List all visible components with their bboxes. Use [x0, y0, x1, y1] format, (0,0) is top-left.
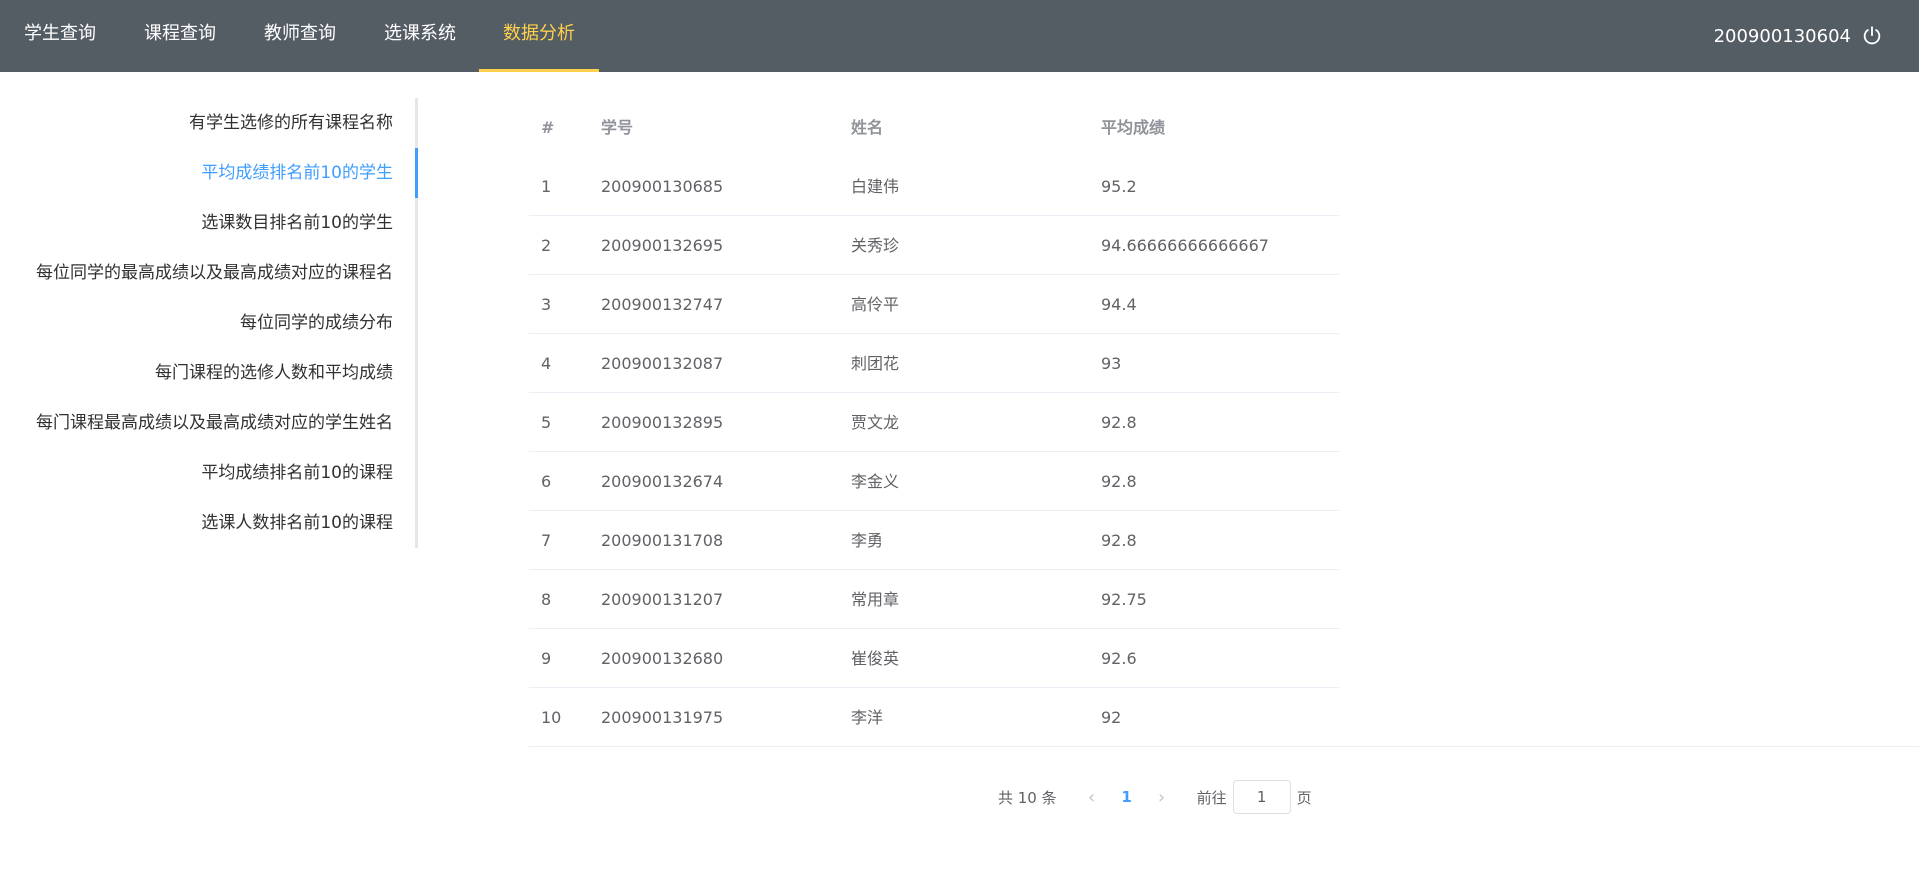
table-row: 10 200900131975 李洋 92	[529, 688, 1339, 747]
table-row: 6 200900132674 李金义 92.8	[529, 452, 1339, 511]
user-area: 200900130604	[1714, 0, 1883, 72]
table-header-row: # 学号 姓名 平均成绩	[529, 98, 1339, 157]
cell-name: 李金义	[851, 472, 900, 491]
cell-student-id: 200900132674	[601, 472, 724, 491]
power-icon[interactable]	[1861, 25, 1883, 47]
chevron-left-icon[interactable]: ‹	[1077, 787, 1107, 808]
nav-item-teacher-query[interactable]: 教师查询	[264, 0, 336, 72]
cell-student-id: 200900131708	[601, 531, 724, 550]
cell-index: 9	[541, 649, 552, 668]
cell-index: 3	[541, 295, 552, 314]
sidebar-item-course-enrollment-average[interactable]: 每门课程的选修人数和平均成绩	[155, 348, 393, 398]
cell-average-score: 92.75	[1101, 590, 1147, 609]
cell-name: 李洋	[851, 708, 884, 727]
cell-student-id: 200900131207	[601, 590, 724, 609]
cell-average-score: 95.2	[1101, 177, 1137, 196]
sidebar-item-top10-students-by-course-count[interactable]: 选课数目排名前10的学生	[201, 198, 393, 248]
cell-average-score: 94.4	[1101, 295, 1137, 314]
top-navbar: 学生查询 课程查询 教师查询 选课系统 数据分析 200900130604	[0, 0, 1919, 72]
sidebar-item-student-score-distribution[interactable]: 每位同学的成绩分布	[240, 298, 393, 348]
cell-name: 关秀珍	[851, 236, 900, 255]
cell-index: 10	[541, 708, 562, 727]
user-id: 200900130604	[1713, 25, 1851, 47]
cell-name: 常用章	[851, 590, 900, 609]
cell-index: 6	[541, 472, 552, 491]
cell-name: 李勇	[851, 531, 884, 550]
pagination: 共 10 条 ‹ 1 › 前往 页	[998, 780, 1312, 814]
cell-index: 5	[541, 413, 552, 432]
cell-average-score: 92.8	[1101, 531, 1137, 550]
pagination-total: 共 10 条	[998, 788, 1057, 807]
pagination-current-page[interactable]: 1	[1107, 788, 1147, 806]
cell-average-score: 92	[1101, 708, 1122, 727]
cell-student-id: 200900131975	[601, 708, 724, 727]
table-row: 1 200900130685 白建伟 95.2	[529, 157, 1339, 216]
sidebar-item-top10-students-by-average[interactable]: 平均成绩排名前10的学生	[201, 148, 393, 198]
table-row: 4 200900132087 刺团花 93	[529, 334, 1339, 393]
chevron-right-icon[interactable]: ›	[1147, 787, 1177, 808]
sidebar-item-all-selected-courses[interactable]: 有学生选修的所有课程名称	[189, 98, 393, 148]
table-row: 7 200900131708 李勇 92.8	[529, 511, 1339, 570]
cell-average-score: 92.8	[1101, 413, 1137, 432]
cell-average-score: 93	[1101, 354, 1122, 373]
table-bottom-divider	[1339, 746, 1919, 747]
sidebar-menu: 有学生选修的所有课程名称 平均成绩排名前10的学生 选课数目排名前10的学生 每…	[0, 98, 418, 548]
header-student-id: 学号	[601, 118, 634, 137]
cell-index: 4	[541, 354, 552, 373]
sidebar-item-student-max-score-course[interactable]: 每位同学的最高成绩以及最高成绩对应的课程名	[36, 248, 393, 298]
table-row: 9 200900132680 崔俊英 92.6	[529, 629, 1339, 688]
cell-student-id: 200900132680	[601, 649, 724, 668]
header-index: #	[541, 118, 555, 137]
sidebar-item-course-max-score-student[interactable]: 每门课程最高成绩以及最高成绩对应的学生姓名	[36, 398, 393, 448]
cell-index: 1	[541, 177, 552, 196]
cell-name: 白建伟	[851, 177, 900, 196]
sidebar-active-indicator	[415, 148, 418, 198]
nav-item-course-query[interactable]: 课程查询	[144, 0, 216, 72]
cell-student-id: 200900132895	[601, 413, 724, 432]
cell-average-score: 92.8	[1101, 472, 1137, 491]
cell-average-score: 94.66666666666667	[1101, 236, 1269, 255]
cell-name: 贾文龙	[851, 413, 900, 432]
table-row: 2 200900132695 关秀珍 94.66666666666667	[529, 216, 1339, 275]
cell-student-id: 200900132087	[601, 354, 724, 373]
pagination-page-suffix: 页	[1296, 788, 1312, 807]
table-row: 5 200900132895 贾文龙 92.8	[529, 393, 1339, 452]
cell-name: 刺团花	[851, 354, 900, 373]
cell-name: 崔俊英	[851, 649, 900, 668]
cell-index: 8	[541, 590, 552, 609]
header-average-score: 平均成绩	[1101, 118, 1166, 137]
table-row: 3 200900132747 高伶平 94.4	[529, 275, 1339, 334]
nav-item-course-selection[interactable]: 选课系统	[384, 0, 456, 72]
pagination-goto-label: 前往	[1196, 788, 1227, 807]
cell-average-score: 92.6	[1101, 649, 1137, 668]
cell-index: 7	[541, 531, 552, 550]
cell-name: 高伶平	[851, 295, 900, 314]
header-name: 姓名	[851, 118, 884, 137]
cell-student-id: 200900130685	[601, 177, 724, 196]
sidebar-item-top10-courses-by-average[interactable]: 平均成绩排名前10的课程	[201, 448, 393, 498]
cell-student-id: 200900132695	[601, 236, 724, 255]
cell-index: 2	[541, 236, 552, 255]
table-row: 8 200900131207 常用章 92.75	[529, 570, 1339, 629]
nav-item-student-query[interactable]: 学生查询	[24, 0, 96, 72]
nav-item-data-analysis[interactable]: 数据分析	[479, 0, 599, 72]
pagination-goto-input[interactable]	[1232, 780, 1291, 814]
cell-student-id: 200900132747	[601, 295, 724, 314]
sidebar-item-top10-courses-by-enrollment[interactable]: 选课人数排名前10的课程	[201, 498, 393, 548]
